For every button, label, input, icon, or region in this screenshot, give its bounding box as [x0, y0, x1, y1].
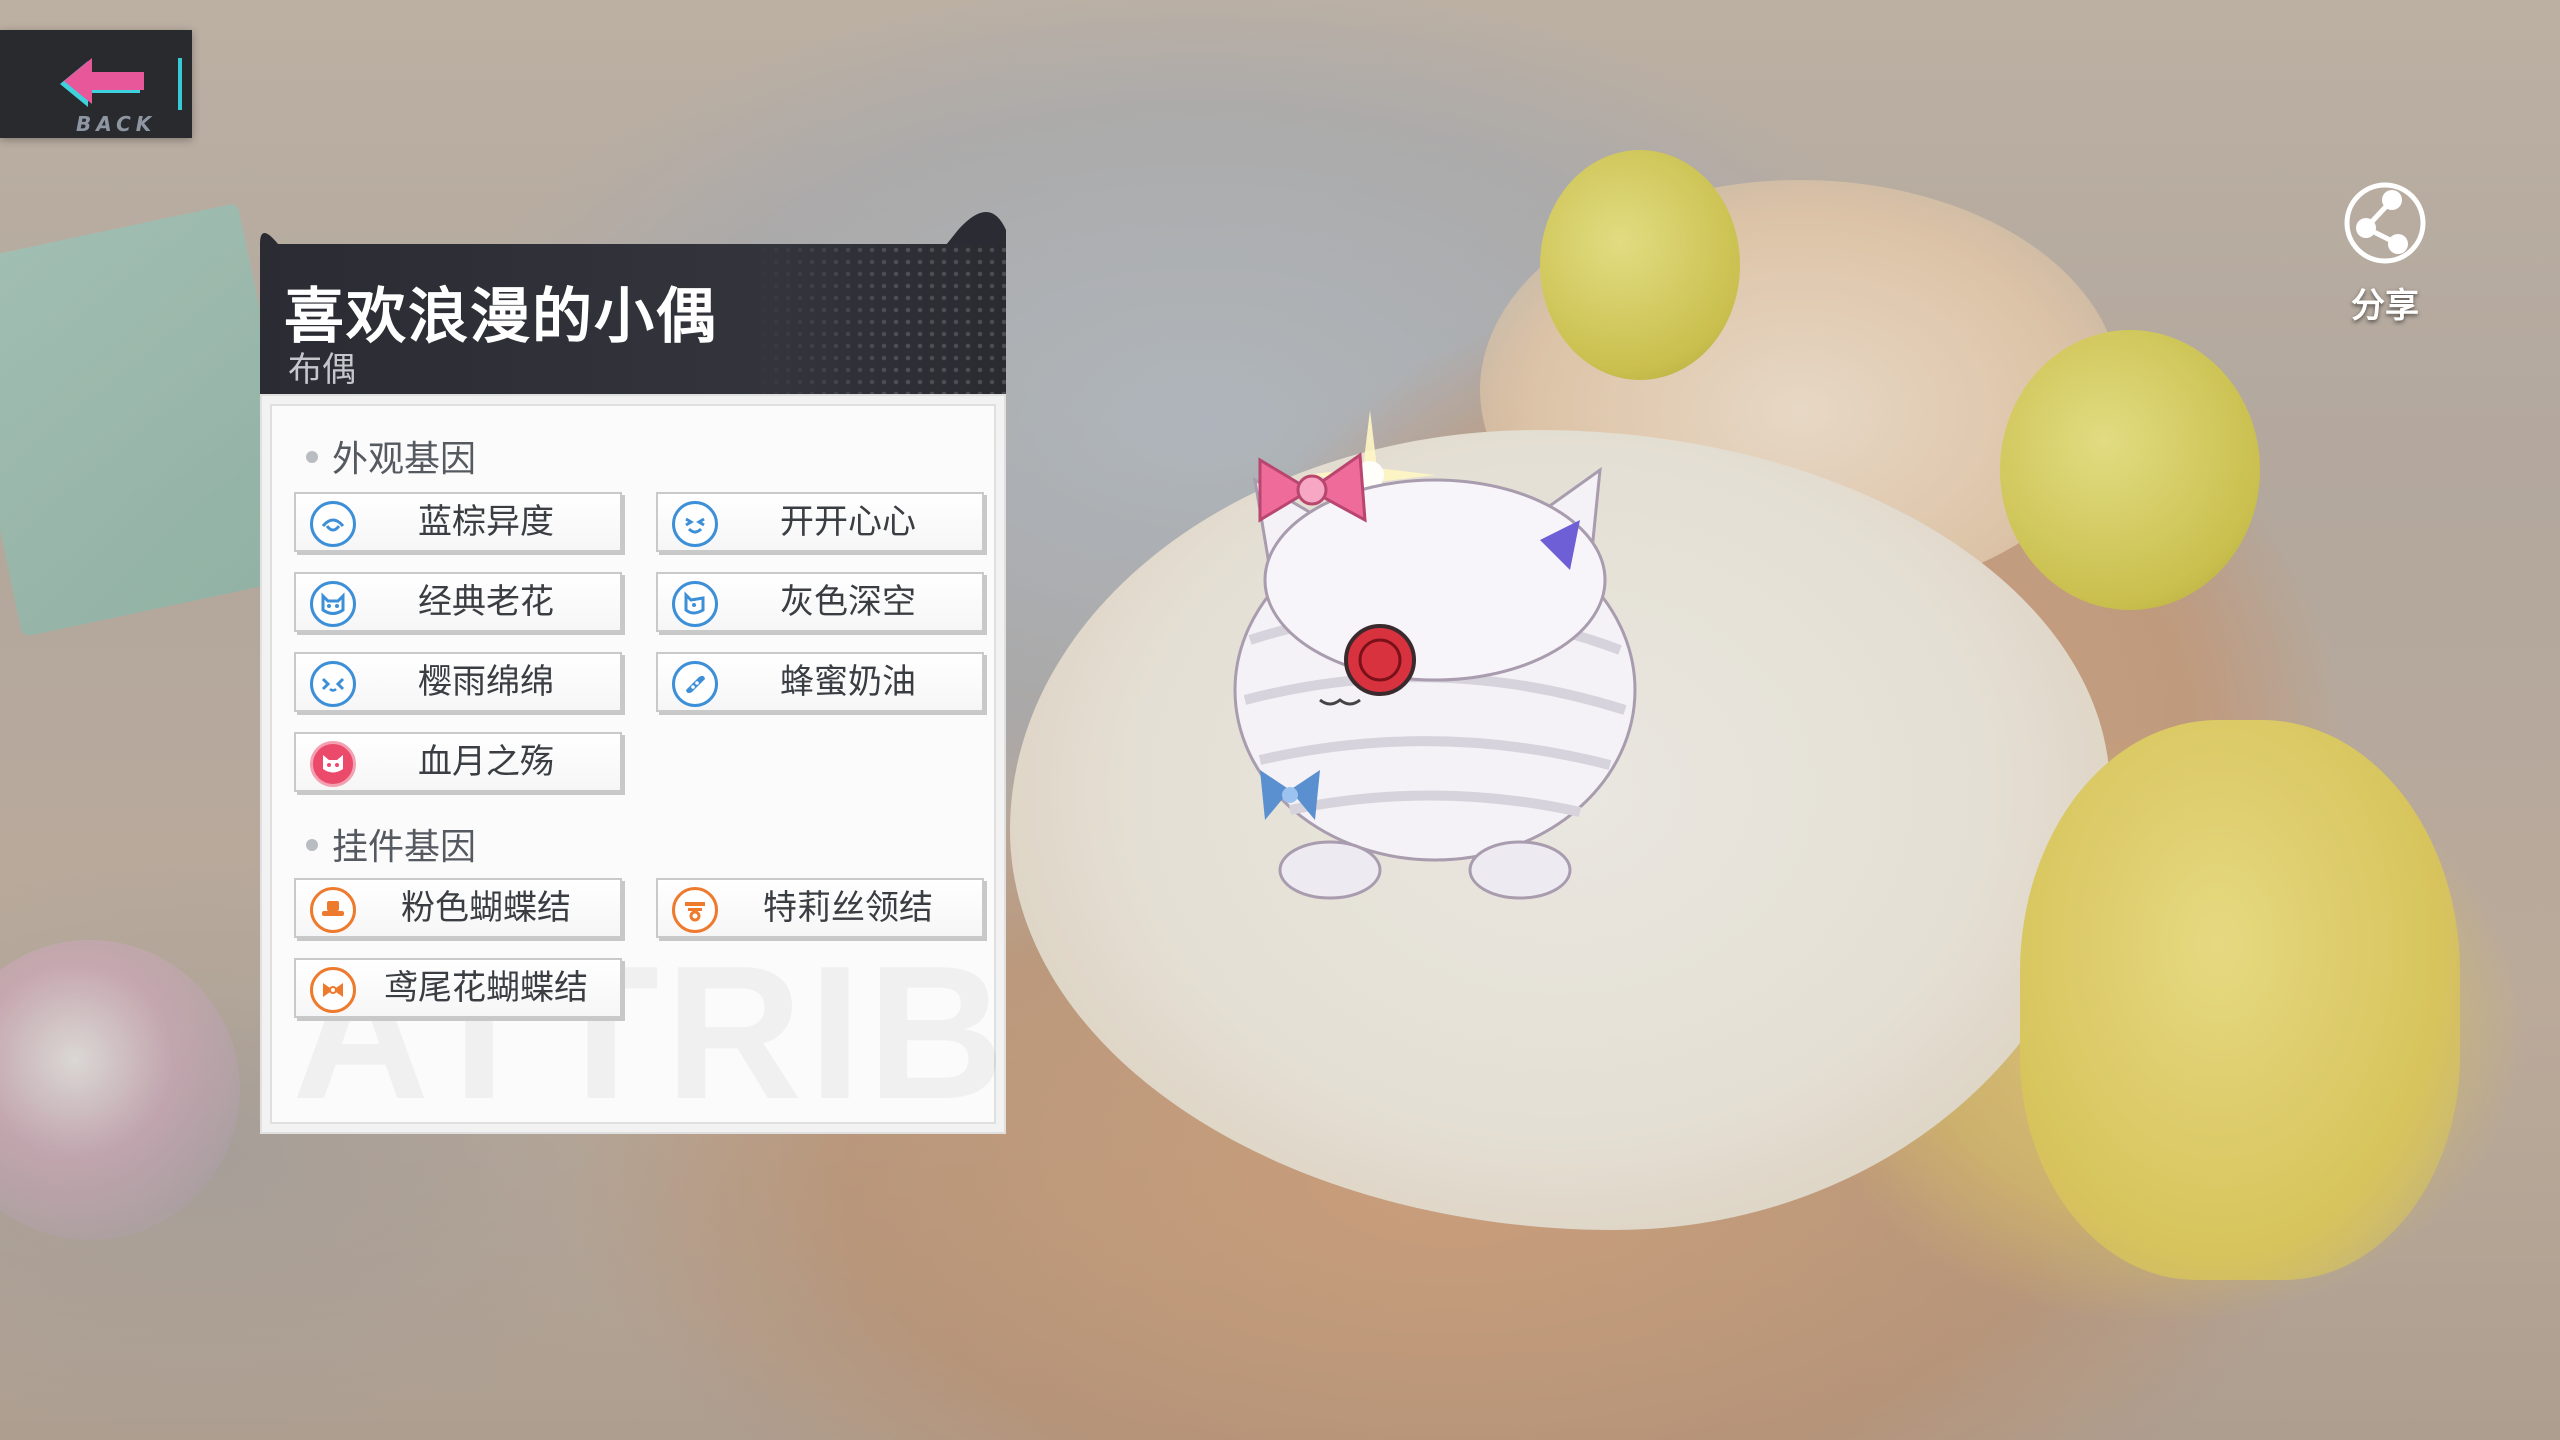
gene-button-appearance-2[interactable]: 开开心心: [656, 492, 984, 552]
heading-bullet: [306, 451, 318, 463]
gene-button-appearance-7[interactable]: 血月之殇: [294, 732, 622, 792]
gray-cat-face-icon: [672, 581, 718, 627]
share-button[interactable]: 分享: [2330, 180, 2440, 350]
appearance-genes-heading-text: 外观基因: [332, 439, 477, 480]
gene-button-accessory-2[interactable]: 特莉丝领结: [656, 878, 984, 938]
honey-cream-icon: [672, 661, 718, 707]
panel-body: ATTRIBU 外观基因 蓝棕异度 开开心心: [260, 394, 1006, 1134]
gene-label: 蜂蜜奶油: [780, 662, 916, 702]
back-arrow-icon: [60, 58, 144, 107]
gene-label: 鸢尾花蝴蝶结: [384, 968, 588, 1008]
classic-pattern-cat-icon: [310, 581, 356, 627]
heading-bullet: [306, 839, 318, 851]
gene-button-appearance-6[interactable]: 蜂蜜奶油: [656, 652, 984, 712]
collar-tie-icon: [672, 887, 718, 933]
mummy-doll-character[interactable]: [1200, 400, 1670, 920]
gene-label: 特莉丝领结: [763, 888, 933, 928]
gene-label: 樱雨绵绵: [418, 662, 554, 702]
sakura-rain-icon: [310, 661, 356, 707]
back-label: BACK: [76, 112, 157, 136]
panel-header-halftone: [746, 244, 1006, 394]
gene-button-accessory-1[interactable]: 粉色蝴蝶结: [294, 878, 622, 938]
gene-label: 灰色深空: [780, 582, 916, 622]
gene-label: 血月之殇: [418, 742, 554, 782]
gene-label: 蓝棕异度: [418, 502, 554, 542]
accessory-genes-heading-text: 挂件基因: [332, 827, 477, 868]
gene-label: 粉色蝴蝶结: [401, 888, 571, 928]
appearance-genes-heading: 外观基因: [306, 430, 476, 482]
gene-button-appearance-1[interactable]: 蓝棕异度: [294, 492, 622, 552]
share-label: 分享: [2351, 286, 2419, 326]
gene-label: 经典老花: [418, 582, 554, 622]
panel-inner: ATTRIBU 外观基因 蓝棕异度 开开心心: [270, 404, 1004, 1132]
happy-face-icon: [672, 501, 718, 547]
back-accent-bar: [178, 58, 182, 110]
panel-watermark: ATTRIBU: [292, 924, 1004, 1132]
gene-button-appearance-4[interactable]: 灰色深空: [656, 572, 984, 632]
gene-button-appearance-3[interactable]: 经典老花: [294, 572, 622, 632]
blood-moon-cat-icon: [310, 741, 356, 787]
share-icon: [2344, 182, 2426, 264]
heterochromia-eye-icon: [310, 501, 356, 547]
gene-button-accessory-3[interactable]: 鸢尾花蝴蝶结: [294, 958, 622, 1018]
doll-info-panel: 喜欢浪漫的小偶 布偶 ATTRIBU 外观基因 蓝棕异度 开开心心: [258, 200, 1008, 1136]
iris-bow-icon: [310, 967, 356, 1013]
accessory-genes-heading: 挂件基因: [306, 818, 476, 870]
gene-label: 开开心心: [780, 502, 916, 542]
gene-button-appearance-5[interactable]: 樱雨绵绵: [294, 652, 622, 712]
hat-bow-icon: [310, 887, 356, 933]
doll-type-subtitle: 布偶: [288, 350, 356, 390]
